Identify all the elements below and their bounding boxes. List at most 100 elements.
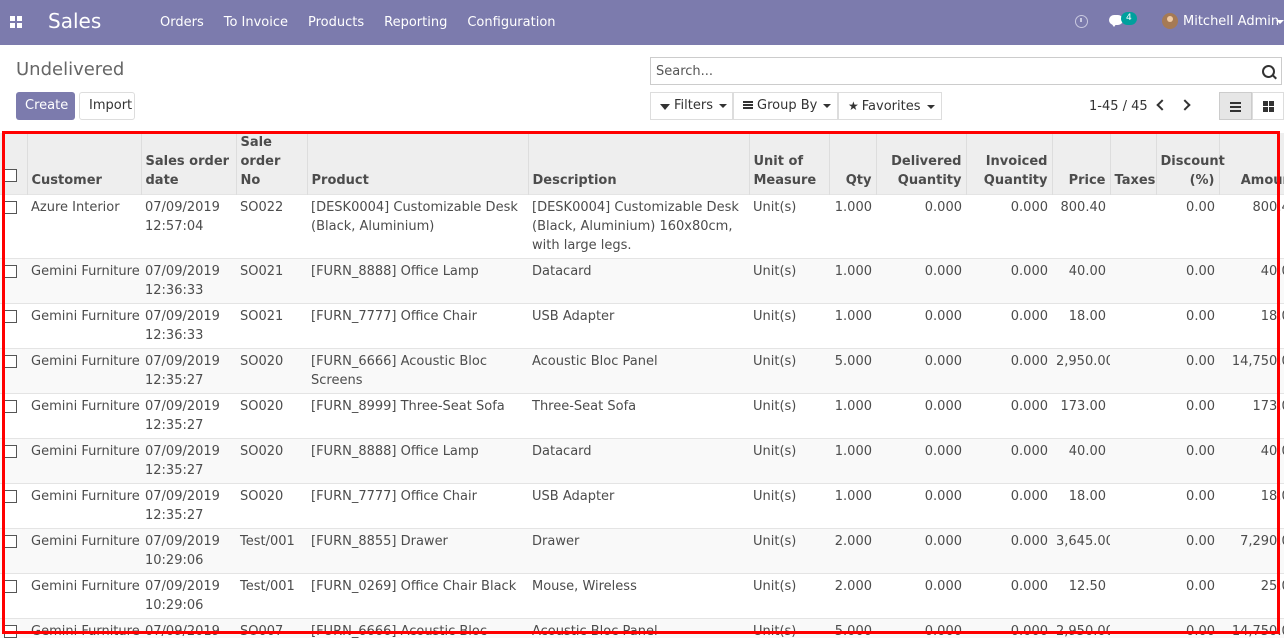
row-checkbox[interactable]: [4, 400, 17, 413]
order-date-cell[interactable]: 07/09/2019 10:29:06: [141, 528, 236, 574]
column-header-date[interactable]: Sales order date: [140, 133, 236, 195]
description-cell[interactable]: [DESK0004] Customizable Desk (Black, Alu…: [528, 194, 749, 259]
uom-cell[interactable]: Unit(s): [749, 258, 829, 304]
taxes-cell[interactable]: [1110, 393, 1156, 439]
pager-value[interactable]: 1-45 / 45: [1089, 99, 1148, 114]
uom-cell[interactable]: Unit(s): [749, 483, 829, 529]
qty-cell[interactable]: 2.000: [829, 573, 876, 619]
price-cell[interactable]: 3,645.00: [1052, 528, 1110, 574]
menu-configuration[interactable]: Configuration: [457, 0, 565, 45]
favorites-dropdown[interactable]: ★ Favorites: [838, 92, 942, 120]
order-date-cell[interactable]: 07/09/2019 12:35:27: [141, 348, 236, 394]
delivered-qty-cell[interactable]: 0.000: [876, 303, 966, 349]
product-cell[interactable]: [FURN_8888] Office Lamp: [307, 258, 528, 304]
table-row[interactable]: Gemini Furniture 07/09/2019 10:29:06 Test/…: [0, 528, 1284, 574]
uom-cell[interactable]: Unit(s): [749, 438, 829, 484]
description-cell[interactable]: Datacard: [528, 438, 749, 484]
price-cell[interactable]: 18.00: [1052, 483, 1110, 529]
product-cell[interactable]: [FURN_0269] Office Chair Black: [307, 573, 528, 619]
invoiced-qty-cell[interactable]: 0.000: [966, 573, 1052, 619]
row-select-cell[interactable]: [0, 573, 27, 619]
amount-cell[interactable]: 173.00: [1219, 393, 1284, 439]
uom-cell[interactable]: Unit(s): [749, 303, 829, 349]
column-header-product[interactable]: Product: [306, 133, 528, 195]
discount-cell[interactable]: 0.00: [1156, 528, 1219, 574]
order-date-cell[interactable]: 07/09/2019 10:29:06: [141, 573, 236, 619]
row-checkbox[interactable]: [4, 535, 17, 548]
column-header-amount[interactable]: Amount: [1218, 133, 1284, 195]
search-input[interactable]: [656, 62, 1246, 80]
discount-cell[interactable]: 0.00: [1156, 438, 1219, 484]
customer-cell[interactable]: Gemini Furniture: [27, 348, 141, 394]
amount-cell[interactable]: 800.40: [1219, 194, 1284, 259]
table-row[interactable]: Gemini Furniture 07/09/2019 10:29:06 Test/…: [0, 573, 1284, 619]
menu-to-invoice[interactable]: To Invoice: [214, 0, 298, 45]
select-all-checkbox[interactable]: [4, 169, 17, 182]
row-checkbox[interactable]: [4, 625, 17, 638]
order-date-cell[interactable]: 07/09/2019 10:29:05: [141, 618, 236, 638]
column-header-order[interactable]: Sale order No: [235, 133, 307, 195]
delivered-qty-cell[interactable]: 0.000: [876, 194, 966, 259]
discount-cell[interactable]: 0.00: [1156, 618, 1219, 638]
delivered-qty-cell[interactable]: 0.000: [876, 393, 966, 439]
qty-cell[interactable]: 5.000: [829, 618, 876, 638]
row-checkbox[interactable]: [4, 490, 17, 503]
row-select-cell[interactable]: [0, 528, 27, 574]
delivered-qty-cell[interactable]: 0.000: [876, 483, 966, 529]
discount-cell[interactable]: 0.00: [1156, 303, 1219, 349]
product-cell[interactable]: [FURN_7777] Office Chair: [307, 303, 528, 349]
discount-cell[interactable]: 0.00: [1156, 258, 1219, 304]
taxes-cell[interactable]: [1110, 528, 1156, 574]
groupby-dropdown[interactable]: Group By: [733, 92, 838, 120]
qty-cell[interactable]: 1.000: [829, 483, 876, 529]
customer-cell[interactable]: Gemini Furniture: [27, 303, 141, 349]
amount-cell[interactable]: 14,750.00: [1219, 618, 1284, 638]
row-select-cell[interactable]: [0, 438, 27, 484]
uom-cell[interactable]: Unit(s): [749, 618, 829, 638]
uom-cell[interactable]: Unit(s): [749, 573, 829, 619]
taxes-cell[interactable]: [1110, 573, 1156, 619]
invoiced-qty-cell[interactable]: 0.000: [966, 258, 1052, 304]
import-button[interactable]: Import: [79, 92, 135, 120]
order-date-cell[interactable]: 07/09/2019 12:36:33: [141, 303, 236, 349]
column-header-price[interactable]: Price: [1051, 133, 1110, 195]
product-cell[interactable]: [FURN_8888] Office Lamp: [307, 438, 528, 484]
order-number-cell[interactable]: SO021: [236, 303, 307, 349]
discount-cell[interactable]: 0.00: [1156, 393, 1219, 439]
row-checkbox[interactable]: [4, 265, 17, 278]
order-number-cell[interactable]: Test/001: [236, 573, 307, 619]
kanban-view-button[interactable]: [1252, 92, 1284, 120]
order-number-cell[interactable]: SO020: [236, 393, 307, 439]
column-header-discount[interactable]: Discount (%): [1155, 133, 1225, 195]
table-row[interactable]: Gemini Furniture 07/09/2019 12:35:27 SO020…: [0, 438, 1284, 484]
taxes-cell[interactable]: [1110, 348, 1156, 394]
customer-cell[interactable]: Gemini Furniture: [27, 438, 141, 484]
row-checkbox[interactable]: [4, 310, 17, 323]
table-row[interactable]: Gemini Furniture 07/09/2019 12:35:27 SO020…: [0, 348, 1284, 394]
qty-cell[interactable]: 2.000: [829, 528, 876, 574]
invoiced-qty-cell[interactable]: 0.000: [966, 194, 1052, 259]
filters-dropdown[interactable]: Filters: [650, 92, 733, 120]
price-cell[interactable]: 800.40: [1052, 194, 1110, 259]
product-cell[interactable]: [FURN_6666] Acoustic Bloc Screens: [307, 618, 528, 638]
order-number-cell[interactable]: SO022: [236, 194, 307, 259]
amount-cell[interactable]: 18.00: [1219, 303, 1284, 349]
delivered-qty-cell[interactable]: 0.000: [876, 348, 966, 394]
select-all-header[interactable]: [0, 133, 27, 195]
price-cell[interactable]: 12.50: [1052, 573, 1110, 619]
qty-cell[interactable]: 1.000: [829, 438, 876, 484]
table-row[interactable]: Gemini Furniture 07/09/2019 12:36:33 SO021…: [0, 258, 1284, 304]
row-select-cell[interactable]: [0, 483, 27, 529]
search-bar[interactable]: [650, 57, 1282, 85]
caret-down-icon[interactable]: [1276, 20, 1284, 24]
uom-cell[interactable]: Unit(s): [749, 393, 829, 439]
product-cell[interactable]: [FURN_6666] Acoustic Bloc Screens: [307, 348, 528, 394]
description-cell[interactable]: Drawer: [528, 528, 749, 574]
delivered-qty-cell[interactable]: 0.000: [876, 528, 966, 574]
description-cell[interactable]: Datacard: [528, 258, 749, 304]
product-cell[interactable]: [FURN_8855] Drawer: [307, 528, 528, 574]
invoiced-qty-cell[interactable]: 0.000: [966, 393, 1052, 439]
price-cell[interactable]: 2,950.00: [1052, 348, 1110, 394]
pager-next-icon[interactable]: [1181, 98, 1191, 112]
price-cell[interactable]: 173.00: [1052, 393, 1110, 439]
